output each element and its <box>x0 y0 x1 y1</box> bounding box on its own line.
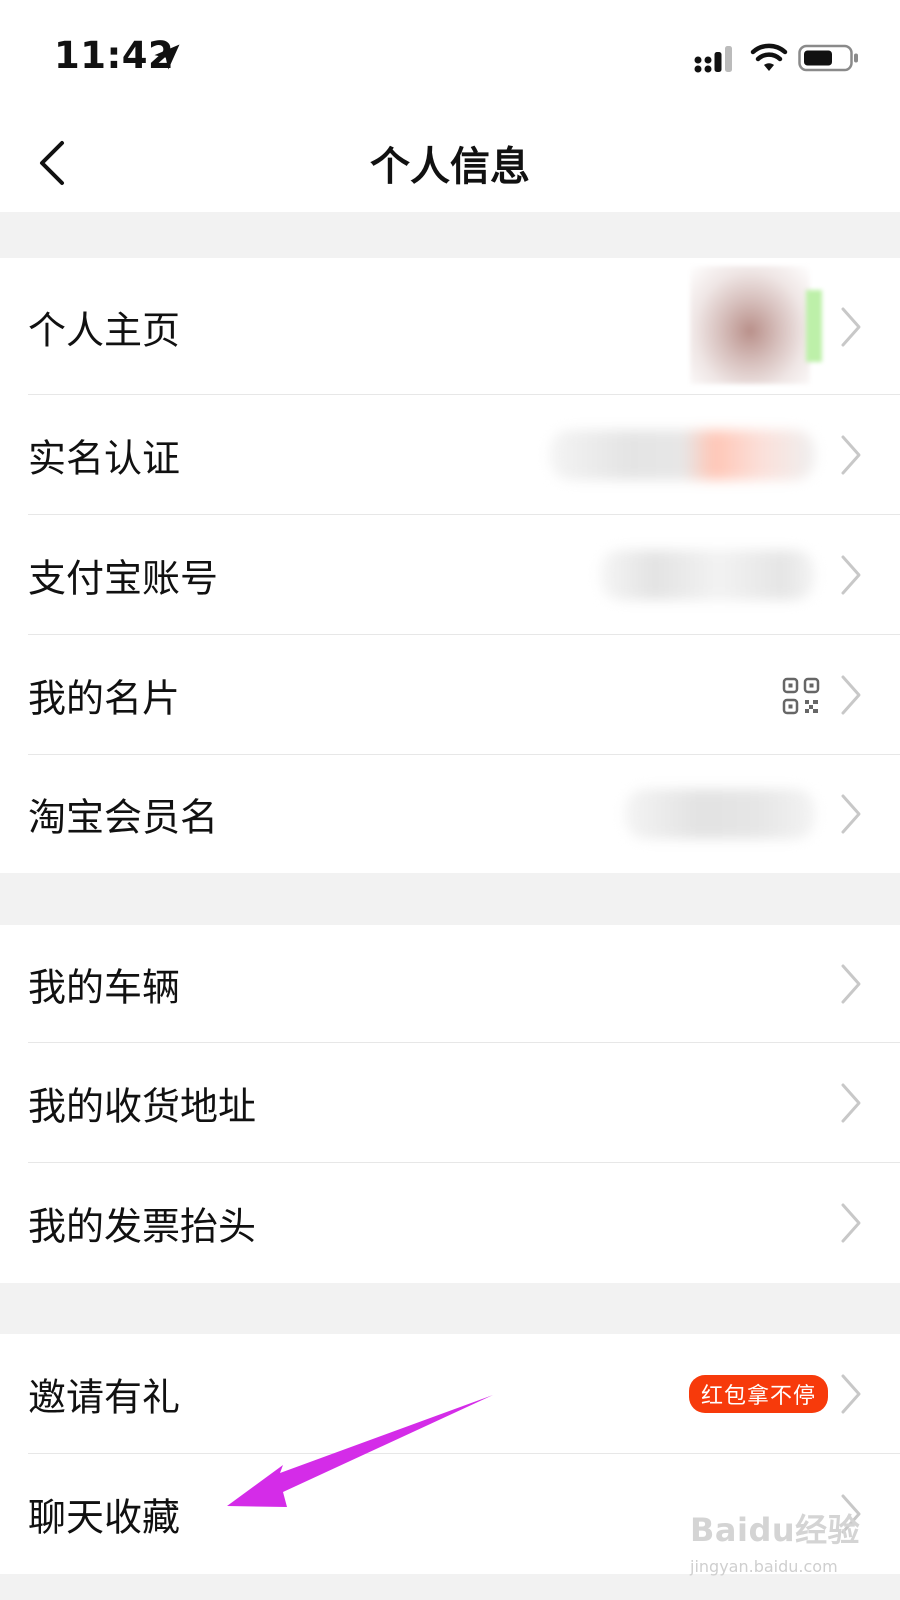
list-item-label: 我的车辆 <box>28 965 181 1010</box>
chevron-right-icon <box>841 1203 861 1243</box>
list-item-invoice-title[interactable]: 我的发票抬头 <box>0 1163 900 1283</box>
list-item-label: 个人主页 <box>28 308 181 352</box>
list-item-label: 淘宝会员名 <box>28 795 219 840</box>
list-item-profile-home[interactable]: 个人主页 <box>0 258 900 395</box>
nav-bar: 个人信息 <box>0 110 900 212</box>
avatar-edge <box>806 290 822 362</box>
list-item-label: 聊天收藏 <box>28 1495 181 1540</box>
list-item-my-vehicles[interactable]: 我的车辆 <box>0 925 900 1043</box>
qr-code-icon <box>782 677 820 715</box>
list-item-label: 支付宝账号 <box>28 556 219 601</box>
page-title: 个人信息 <box>370 144 530 190</box>
wifi-icon <box>750 43 788 71</box>
chevron-right-icon <box>841 675 861 715</box>
battery-icon <box>798 44 858 72</box>
chevron-right-icon <box>841 435 861 475</box>
blurred-value <box>550 430 815 480</box>
list-item-real-name[interactable]: 实名认证 <box>0 395 900 515</box>
list-item-shipping-address[interactable]: 我的收货地址 <box>0 1043 900 1163</box>
avatar <box>690 266 810 384</box>
address-group: 我的车辆 我的收货地址 我的发票抬头 <box>0 925 900 1283</box>
blurred-value <box>625 789 815 839</box>
chevron-right-icon <box>841 555 861 595</box>
status-bar: 11:42 <box>0 0 900 110</box>
magenta-arrow-icon <box>227 1395 493 1507</box>
cellular-signal-icon <box>694 46 732 73</box>
chevron-right-icon <box>841 307 861 346</box>
chevron-right-icon <box>841 1083 861 1123</box>
list-item-label: 我的名片 <box>28 676 181 721</box>
list-item-label: 邀请有礼 <box>28 1375 181 1420</box>
list-item-label: 我的收货地址 <box>28 1084 257 1129</box>
blurred-value <box>600 550 815 600</box>
location-arrow-icon <box>154 44 180 70</box>
watermark-logo: Baidu经验 <box>690 1511 861 1549</box>
chevron-right-icon <box>841 1374 861 1414</box>
watermark-url: jingyan.baidu.com <box>690 1557 838 1576</box>
chevron-right-icon <box>841 794 861 834</box>
list-item-alipay-account[interactable]: 支付宝账号 <box>0 515 900 635</box>
list-item-label: 实名认证 <box>28 436 181 481</box>
promo-badge: 红包拿不停 <box>689 1375 829 1413</box>
list-item-taobao-member-name[interactable]: 淘宝会员名 <box>0 755 900 873</box>
list-item-label: 我的发票抬头 <box>28 1204 257 1249</box>
profile-group: 个人主页 实名认证 支付宝账号 我的名片 淘宝会员名 <box>0 258 900 873</box>
chevron-right-icon <box>841 964 861 1004</box>
list-item-my-card[interactable]: 我的名片 <box>0 635 900 755</box>
